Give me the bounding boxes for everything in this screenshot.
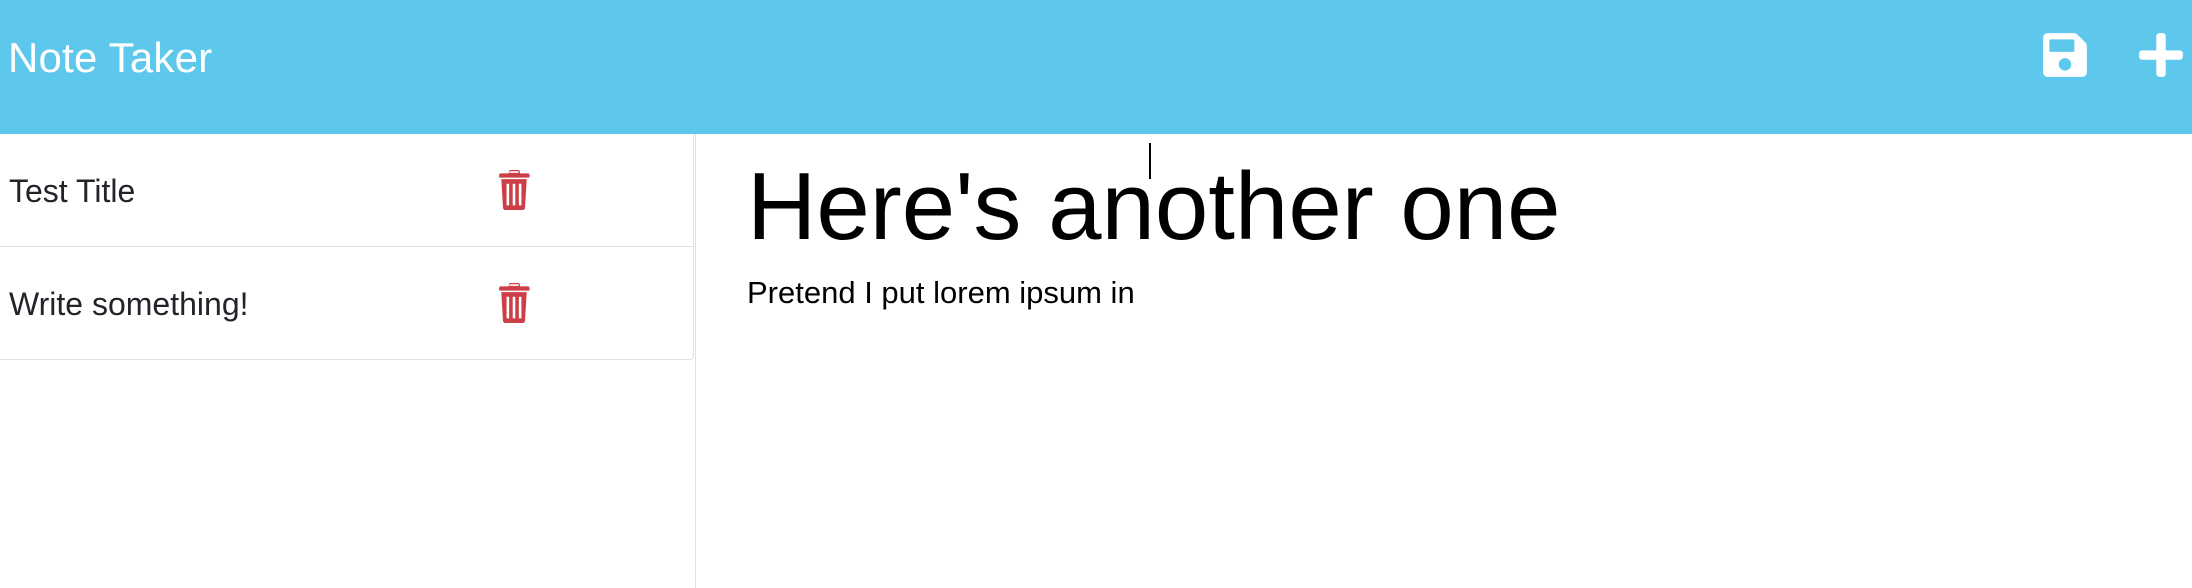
plus-icon[interactable]: [2137, 30, 2185, 80]
note-list: Test Title Write something!: [0, 134, 694, 360]
trash-icon[interactable]: [498, 283, 530, 323]
note-title[interactable]: Write something!: [9, 285, 249, 323]
navbar: Note Taker: [0, 0, 2192, 134]
app-brand[interactable]: Note Taker: [8, 34, 212, 82]
trash-icon[interactable]: [498, 170, 530, 210]
list-item[interactable]: Test Title: [0, 134, 694, 247]
note-title-input[interactable]: [747, 152, 2147, 262]
note-text-input[interactable]: Pretend I put lorem ipsum in: [747, 274, 2147, 554]
note-title[interactable]: Test Title: [9, 172, 135, 210]
list-item[interactable]: Write something!: [0, 247, 694, 360]
text-caret: [1149, 143, 1151, 179]
save-icon[interactable]: [2041, 30, 2089, 80]
notes-sidebar: Test Title Write something!: [0, 134, 696, 588]
note-editor: Pretend I put lorem ipsum in: [697, 134, 2192, 588]
